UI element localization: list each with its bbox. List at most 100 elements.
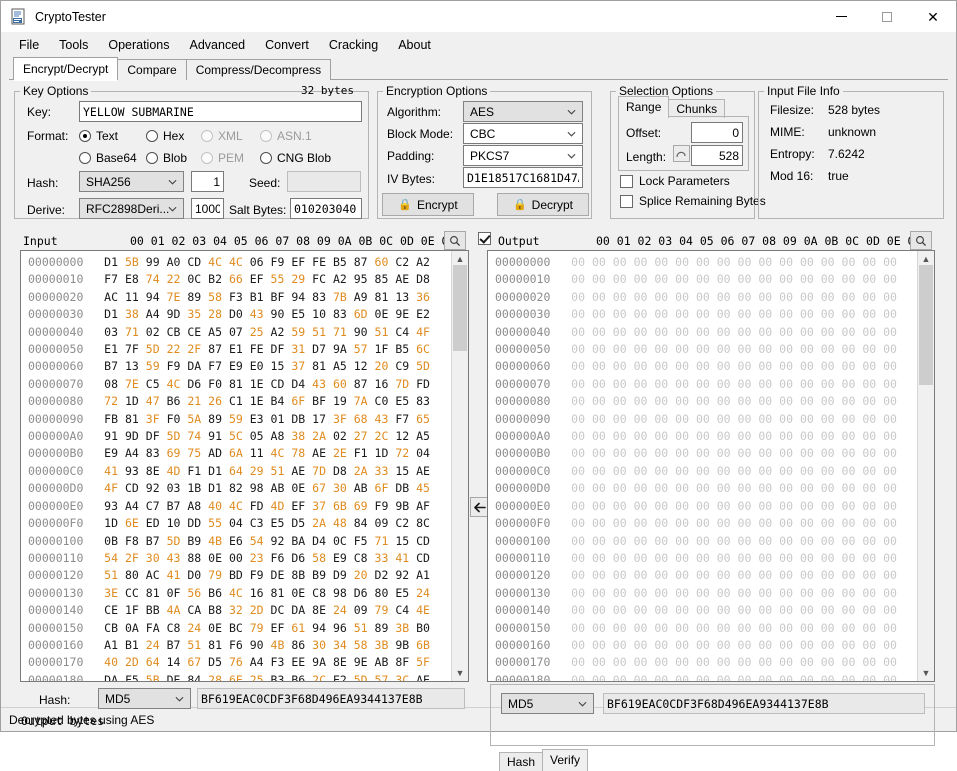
derive-function-combo[interactable]: RFC2898Deri...	[79, 198, 184, 219]
iv-bytes-input[interactable]	[463, 167, 583, 188]
lock-parameters-checkbox[interactable]: Lock Parameters	[620, 174, 730, 188]
input-hex-view[interactable]: 00000000 D1 5B 99 A0 CD 4C 4C 06 F9 EF F…	[20, 250, 469, 682]
hex-byte: 4C	[228, 585, 243, 600]
hex-byte: 71	[374, 533, 389, 548]
input-hash-algorithm-combo[interactable]: MD5	[98, 688, 191, 709]
close-button[interactable]: ✕	[910, 1, 956, 32]
hex-byte: 09	[353, 603, 368, 618]
scroll-up-icon[interactable]: ▲	[456, 253, 465, 265]
hex-byte: 25	[249, 324, 264, 339]
output-search-button[interactable]	[910, 231, 932, 250]
hex-byte: 79	[374, 603, 389, 618]
hex-byte: 00	[758, 550, 773, 565]
format-radio-hex[interactable]: Hex	[146, 129, 184, 143]
hex-byte: DB	[291, 411, 306, 426]
maximize-button[interactable]	[864, 1, 910, 32]
menu-cracking[interactable]: Cracking	[319, 34, 388, 56]
menu-convert[interactable]: Convert	[255, 34, 319, 56]
hex-byte: 00	[799, 585, 814, 600]
hex-byte: 00	[799, 533, 814, 548]
splice-remaining-checkbox[interactable]: Splice Remaining Bytes	[620, 194, 766, 208]
menu-advanced[interactable]: Advanced	[180, 34, 256, 56]
decrypt-button[interactable]: 🔒 Decrypt	[497, 193, 589, 216]
arrow-left-icon	[474, 502, 486, 512]
length-reset-button[interactable]	[673, 145, 690, 162]
block-mode-combo[interactable]: CBC	[463, 123, 583, 144]
output-enable-checkbox[interactable]	[478, 232, 497, 245]
hex-byte: 00	[779, 481, 793, 496]
hex-byte: 00	[571, 481, 586, 496]
window-title: CryptoTester	[35, 9, 106, 24]
minimize-button[interactable]	[818, 1, 864, 32]
input-scroll-thumb[interactable]	[453, 265, 467, 351]
menu-operations[interactable]: Operations	[98, 34, 179, 56]
salt-bytes-input[interactable]	[290, 198, 362, 219]
hex-byte: 51	[374, 324, 389, 339]
hash-iterations-input[interactable]	[191, 171, 224, 192]
hex-byte: 29	[291, 272, 306, 287]
offset-input[interactable]	[691, 122, 743, 143]
scroll-down-icon[interactable]: ▼	[456, 667, 465, 679]
hex-byte: 00	[737, 446, 752, 461]
format-radio-cng-blob[interactable]: CNG Blob	[260, 151, 331, 165]
algorithm-combo[interactable]: AES	[463, 101, 583, 122]
hex-byte: 00	[883, 376, 897, 391]
hex-byte: CD	[416, 533, 430, 548]
hex-byte: 00	[654, 568, 669, 583]
seed-label: Seed:	[249, 176, 281, 190]
input-scrollbar[interactable]: ▲ ▼	[451, 251, 468, 681]
hex-byte: 36	[416, 289, 430, 304]
hex-byte: 00	[737, 585, 752, 600]
output-scrollbar[interactable]: ▲ ▼	[917, 251, 934, 681]
hex-byte: 80	[374, 585, 389, 600]
hex-byte: 00	[695, 620, 710, 635]
hex-byte: 55	[270, 272, 285, 287]
output-scroll-thumb[interactable]	[919, 265, 933, 385]
hex-byte: C5	[145, 376, 160, 391]
padding-combo[interactable]: PKCS7	[463, 145, 583, 166]
tab-range[interactable]: Range	[618, 96, 670, 118]
menu-file[interactable]: File	[9, 34, 49, 56]
hex-byte: 5D	[353, 672, 368, 681]
menu-tools[interactable]: Tools	[49, 34, 98, 56]
hex-byte: 00	[779, 463, 793, 478]
chevron-down-icon	[578, 701, 587, 707]
tab-encrypt-decrypt[interactable]: Encrypt/Decrypt	[13, 57, 119, 81]
hex-byte: 54	[104, 550, 119, 565]
output-hash-value[interactable]	[603, 693, 925, 714]
hash-algorithm-combo[interactable]: SHA256	[79, 171, 184, 192]
format-radio-blob[interactable]: Blob	[146, 151, 187, 165]
menu-about[interactable]: About	[388, 34, 441, 56]
hex-byte: 8B	[291, 568, 306, 583]
length-input[interactable]	[691, 145, 743, 166]
scroll-down-icon[interactable]: ▼	[922, 667, 931, 679]
derive-iterations-input[interactable]	[191, 198, 224, 219]
input-search-button[interactable]	[444, 231, 466, 250]
hex-byte: 90	[249, 637, 264, 652]
hex-byte: 71	[124, 324, 139, 339]
radio-dot-icon	[79, 152, 91, 164]
seed-input[interactable]	[287, 171, 361, 192]
input-hash-value[interactable]	[197, 688, 465, 709]
encrypt-button[interactable]: 🔒 Encrypt	[382, 193, 474, 216]
hex-byte: B3	[270, 672, 285, 681]
scroll-up-icon[interactable]: ▲	[922, 253, 931, 265]
hex-byte: A5	[416, 429, 430, 444]
hex-byte: 00	[820, 324, 835, 339]
format-radio-base64[interactable]: Base64	[79, 151, 137, 165]
key-input[interactable]	[79, 101, 362, 122]
tab-verify[interactable]: Verify	[542, 749, 589, 771]
hex-byte: 16	[249, 585, 264, 600]
output-hash-algorithm-combo[interactable]: MD5	[501, 693, 594, 714]
hex-byte: 0C	[332, 533, 347, 548]
hex-byte: 00	[716, 394, 731, 409]
hex-byte: 00	[633, 394, 648, 409]
format-radio-text[interactable]: Text	[79, 129, 118, 143]
hex-offset: 00000170	[495, 655, 551, 670]
hex-byte: 15	[270, 359, 285, 374]
tab-compare[interactable]: Compare	[117, 59, 187, 80]
tab-hash[interactable]: Hash	[499, 752, 544, 771]
tab-compress-decompress[interactable]: Compress/Decompress	[185, 59, 332, 80]
hex-byte: 00	[883, 516, 897, 531]
output-hex-view[interactable]: 00 00 00 00 00 00 00 00 00 00 00 00 00 00 0…	[487, 250, 935, 682]
